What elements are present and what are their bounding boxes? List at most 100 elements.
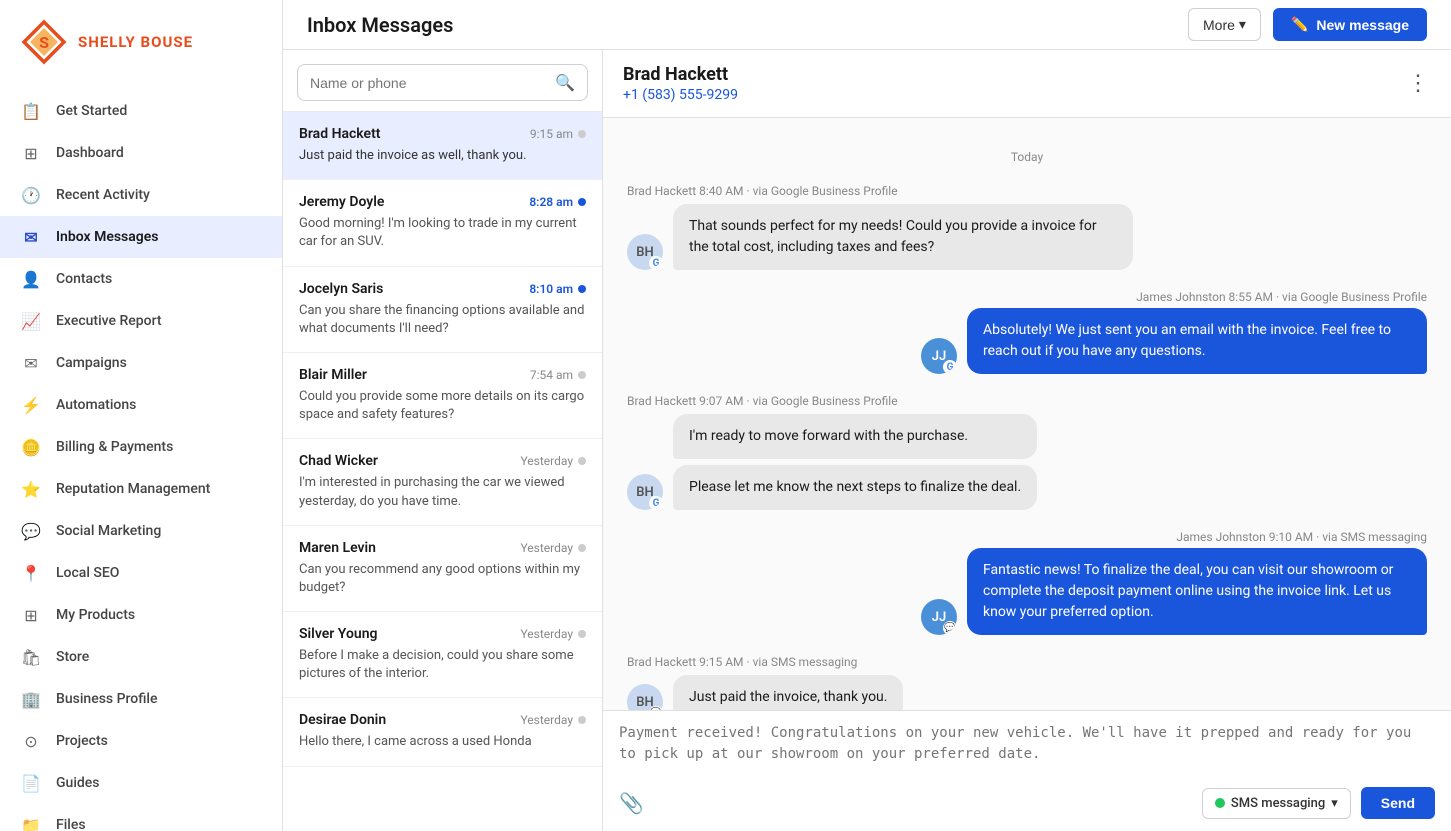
sidebar-item-label-automations: Automations: [56, 397, 136, 413]
files-icon: 📁: [20, 814, 42, 831]
sidebar-item-label-business-profile: Business Profile: [56, 691, 157, 707]
conv-header-0: Brad Hackett 9:15 am: [299, 126, 586, 142]
attach-icon[interactable]: 📎: [619, 791, 644, 815]
date-divider: Today: [627, 150, 1427, 164]
recent-activity-icon: 🕐: [20, 184, 42, 206]
search-box[interactable]: 🔍: [297, 64, 588, 101]
chat-contact-info: Brad Hackett +1 (583) 555-9299: [623, 64, 738, 103]
sidebar-item-dashboard[interactable]: ⊞ Dashboard: [0, 132, 282, 174]
chat-panel: Brad Hackett +1 (583) 555-9299 ⋮ Today B…: [603, 50, 1451, 831]
chat-header: Brad Hackett +1 (583) 555-9299 ⋮: [603, 50, 1451, 118]
conv-time-2: 8:10 am: [529, 282, 573, 296]
conv-meta-5: Yesterday: [520, 541, 586, 555]
sidebar-item-label-social-marketing: Social Marketing: [56, 523, 161, 539]
sms-badge-2: 💬: [649, 706, 663, 710]
sms-badge-1: 💬: [943, 621, 957, 635]
sidebar-item-contacts[interactable]: 👤Contacts: [0, 258, 282, 300]
conversation-item-0[interactable]: Brad Hackett 9:15 am Just paid the invoi…: [283, 112, 602, 180]
channel-selector[interactable]: SMS messaging ▾: [1202, 788, 1351, 819]
conv-time-4: Yesterday: [520, 454, 573, 468]
channel-status-dot: [1215, 798, 1225, 808]
conversation-item-1[interactable]: Jeremy Doyle 8:28 am Good morning! I'm l…: [283, 180, 602, 266]
conversation-item-2[interactable]: Jocelyn Saris 8:10 am Can you share the …: [283, 267, 602, 353]
sidebar-item-files[interactable]: 📁 Files: [0, 804, 282, 831]
contacts-icon: 👤: [20, 268, 42, 290]
store-icon: 🛍: [20, 646, 42, 668]
conv-dot-4: [578, 457, 586, 465]
conv-name-4: Chad Wicker: [299, 453, 378, 469]
dashboard-icon: ⊞: [20, 142, 42, 164]
social-marketing-icon: 💬: [20, 520, 42, 542]
conv-time-6: Yesterday: [520, 627, 573, 641]
sidebar-item-campaigns[interactable]: ✉Campaigns: [0, 342, 282, 384]
bubble-3a: I'm ready to move forward with the purch…: [673, 414, 1037, 459]
conv-header-6: Silver Young Yesterday: [299, 626, 586, 642]
main-content: Inbox Messages More ▾ ✏️ New message 🔍: [283, 0, 1451, 831]
sidebar-item-label-projects: Projects: [56, 733, 108, 749]
msg-group-1: Brad Hackett 8:40 AM · via Google Busine…: [627, 184, 1427, 270]
sidebar-item-label-executive-report: Executive Report: [56, 313, 162, 329]
avatar-james-1: JJ G: [921, 338, 957, 374]
conv-meta-0: 9:15 am: [530, 127, 586, 141]
send-button[interactable]: Send: [1361, 787, 1435, 819]
sidebar-item-my-products[interactable]: ⊞My Products: [0, 594, 282, 636]
bubble-3b: Please let me know the next steps to fin…: [673, 465, 1037, 510]
conv-meta-6: Yesterday: [520, 627, 586, 641]
conv-preview-6: Before I make a decision, could you shar…: [299, 647, 586, 683]
conv-header-2: Jocelyn Saris 8:10 am: [299, 281, 586, 297]
conversation-items: Brad Hackett 9:15 am Just paid the invoi…: [283, 112, 602, 831]
sidebar-item-projects[interactable]: ⊙ Projects: [0, 720, 282, 762]
message-input[interactable]: [619, 723, 1435, 777]
sidebar-item-automations[interactable]: ⚡ Automations: [0, 384, 282, 426]
chat-contact-phone[interactable]: +1 (583) 555-9299: [623, 87, 738, 103]
msg-sender-info-1: Brad Hackett 8:40 AM · via Google Busine…: [627, 184, 1427, 198]
conversation-item-3[interactable]: Blair Miller 7:54 am Could you provide s…: [283, 353, 602, 439]
conv-name-5: Maren Levin: [299, 540, 376, 556]
conv-meta-7: Yesterday: [520, 713, 586, 727]
msg-group-4: James Johnston 9:10 AM · via SMS messagi…: [627, 530, 1427, 635]
conversation-item-5[interactable]: Maren Levin Yesterday Can you recommend …: [283, 526, 602, 612]
search-input[interactable]: [310, 75, 547, 91]
projects-icon: ⊙: [20, 730, 42, 752]
sidebar-item-billing-payments[interactable]: 🪙Billing & Payments: [0, 426, 282, 468]
sidebar-item-label-billing-payments: Billing & Payments: [56, 439, 173, 455]
sidebar-item-label-campaigns: Campaigns: [56, 355, 127, 371]
bubble-1: That sounds perfect for my needs! Could …: [673, 204, 1133, 270]
conv-name-3: Blair Miller: [299, 367, 367, 383]
sidebar-item-label-dashboard: Dashboard: [56, 145, 124, 161]
sidebar-item-business-profile[interactable]: 🏢Business Profile: [0, 678, 282, 720]
automations-icon: ⚡: [20, 394, 42, 416]
avatar-brad-1: BH G: [627, 234, 663, 270]
chat-options-button[interactable]: ⋮: [1407, 73, 1431, 95]
new-message-button[interactable]: ✏️ New message: [1273, 8, 1427, 41]
avatar-brad-2: BH G: [627, 474, 663, 510]
sidebar-item-reputation-management[interactable]: ⭐Reputation Management: [0, 468, 282, 510]
google-badge-2: G: [943, 360, 957, 374]
conversation-item-4[interactable]: Chad Wicker Yesterday I'm interested in …: [283, 439, 602, 525]
sidebar-item-label-files: Files: [56, 817, 86, 831]
conversation-item-7[interactable]: Desirae Donin Yesterday Hello there, I c…: [283, 698, 602, 766]
conv-header-5: Maren Levin Yesterday: [299, 540, 586, 556]
sidebar-item-recent-activity[interactable]: 🕐Recent Activity: [0, 174, 282, 216]
msg-row-2: Absolutely! We just sent you an email wi…: [627, 308, 1427, 374]
sidebar-item-label-store: Store: [56, 649, 89, 665]
svg-text:S: S: [39, 33, 49, 52]
conv-dot-3: [578, 371, 586, 379]
google-badge-3: G: [649, 496, 663, 510]
sidebar-item-executive-report[interactable]: 📈Executive Report: [0, 300, 282, 342]
sidebar-item-inbox-messages[interactable]: ✉Inbox Messages: [0, 216, 282, 258]
sidebar-item-guides[interactable]: 📄Guides: [0, 762, 282, 804]
sidebar-item-social-marketing[interactable]: 💬 Social Marketing: [0, 510, 282, 552]
conv-meta-1: 8:28 am: [529, 195, 586, 209]
channel-label: SMS messaging: [1231, 796, 1325, 811]
conversation-item-6[interactable]: Silver Young Yesterday Before I make a d…: [283, 612, 602, 698]
more-button[interactable]: More ▾: [1188, 8, 1261, 41]
avatar-james-2: JJ 💬: [921, 599, 957, 635]
sidebar-item-get-started[interactable]: 📋Get Started: [0, 90, 282, 132]
conv-time-0: 9:15 am: [530, 127, 573, 141]
more-label: More: [1203, 17, 1235, 33]
sidebar-item-local-seo[interactable]: 📍Local SEO: [0, 552, 282, 594]
sidebar-item-store[interactable]: 🛍 Store: [0, 636, 282, 678]
msg-sender-info-5: Brad Hackett 9:15 AM · via SMS messaging: [627, 655, 1427, 669]
msg-sender-info-3: Brad Hackett 9:07 AM · via Google Busine…: [627, 394, 1427, 408]
